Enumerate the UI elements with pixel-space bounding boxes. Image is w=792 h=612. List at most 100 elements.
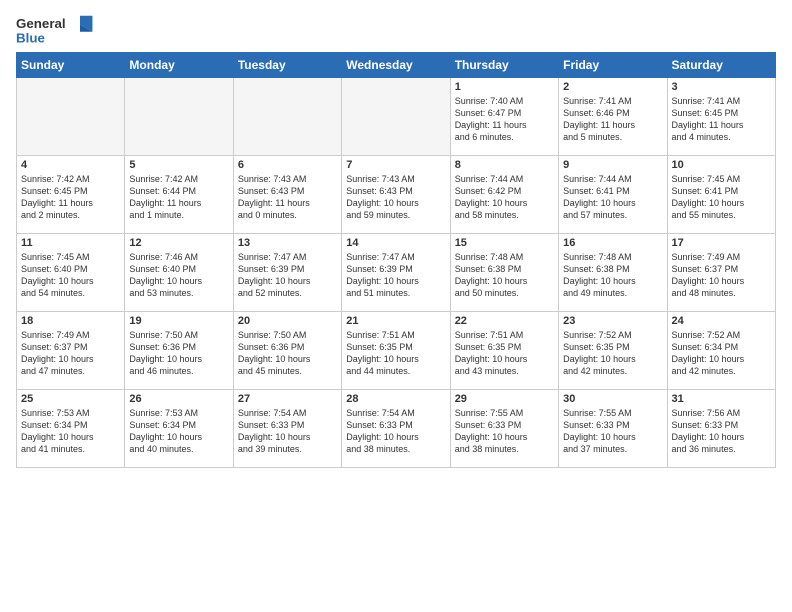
day-info: Sunrise: 7:50 AM Sunset: 6:36 PM Dayligh… [129, 329, 228, 378]
weekday-header-tuesday: Tuesday [233, 53, 341, 78]
calendar-cell: 11 Sunrise: 7:45 AM Sunset: 6:40 PM Dayli… [17, 234, 125, 312]
calendar-cell [17, 78, 125, 156]
day-number: 14 [346, 237, 445, 249]
day-info: Sunrise: 7:47 AM Sunset: 6:39 PM Dayligh… [238, 251, 337, 300]
svg-text:General: General [16, 16, 66, 31]
day-number: 12 [129, 237, 228, 249]
calendar-cell: 12 Sunrise: 7:46 AM Sunset: 6:40 PM Dayli… [125, 234, 233, 312]
calendar-cell: 13 Sunrise: 7:47 AM Sunset: 6:39 PM Dayli… [233, 234, 341, 312]
day-info: Sunrise: 7:54 AM Sunset: 6:33 PM Dayligh… [238, 407, 337, 456]
day-number: 29 [455, 393, 554, 405]
day-info: Sunrise: 7:43 AM Sunset: 6:43 PM Dayligh… [238, 173, 337, 222]
day-number: 17 [672, 237, 771, 249]
calendar-cell: 31 Sunrise: 7:56 AM Sunset: 6:33 PM Dayli… [667, 390, 775, 468]
calendar-cell: 15 Sunrise: 7:48 AM Sunset: 6:38 PM Dayli… [450, 234, 558, 312]
calendar-cell: 9Sunrise: 7:44 AM Sunset: 6:41 PM Daylig… [559, 156, 667, 234]
day-number: 20 [238, 315, 337, 327]
day-number: 4 [21, 159, 120, 171]
day-number: 18 [21, 315, 120, 327]
weekday-header-sunday: Sunday [17, 53, 125, 78]
day-info: Sunrise: 7:42 AM Sunset: 6:44 PM Dayligh… [129, 173, 228, 222]
day-info: Sunrise: 7:48 AM Sunset: 6:38 PM Dayligh… [455, 251, 554, 300]
calendar-cell: 2 Sunrise: 7:41 AM Sunset: 6:46 PM Daylig… [559, 78, 667, 156]
calendar-cell: 30 Sunrise: 7:55 AM Sunset: 6:33 PM Dayli… [559, 390, 667, 468]
day-info: Sunrise: 7:49 AM Sunset: 6:37 PM Dayligh… [21, 329, 120, 378]
day-info: Sunrise: 7:45 AM Sunset: 6:41 PM Dayligh… [672, 173, 771, 222]
day-number: 22 [455, 315, 554, 327]
calendar-cell: 5 Sunrise: 7:42 AM Sunset: 6:44 PM Daylig… [125, 156, 233, 234]
weekday-header-thursday: Thursday [450, 53, 558, 78]
calendar-cell: 7 Sunrise: 7:43 AM Sunset: 6:43 PM Daylig… [342, 156, 450, 234]
day-info: Sunrise: 7:41 AM Sunset: 6:46 PM Dayligh… [563, 95, 662, 144]
weekday-header-friday: Friday [559, 53, 667, 78]
logo: General Blue [16, 12, 96, 48]
calendar-cell: 20Sunrise: 7:50 AM Sunset: 6:36 PM Dayli… [233, 312, 341, 390]
day-info: Sunrise: 7:56 AM Sunset: 6:33 PM Dayligh… [672, 407, 771, 456]
day-number: 1 [455, 81, 554, 93]
day-info: Sunrise: 7:49 AM Sunset: 6:37 PM Dayligh… [672, 251, 771, 300]
day-info: Sunrise: 7:55 AM Sunset: 6:33 PM Dayligh… [563, 407, 662, 456]
day-info: Sunrise: 7:48 AM Sunset: 6:38 PM Dayligh… [563, 251, 662, 300]
day-number: 24 [672, 315, 771, 327]
day-number: 7 [346, 159, 445, 171]
day-number: 13 [238, 237, 337, 249]
calendar-header-row: SundayMondayTuesdayWednesdayThursdayFrid… [17, 53, 776, 78]
calendar-cell: 8Sunrise: 7:44 AM Sunset: 6:42 PM Daylig… [450, 156, 558, 234]
weekday-header-saturday: Saturday [667, 53, 775, 78]
day-number: 6 [238, 159, 337, 171]
calendar-cell: 27 Sunrise: 7:54 AM Sunset: 6:33 PM Dayli… [233, 390, 341, 468]
day-number: 27 [238, 393, 337, 405]
day-number: 8 [455, 159, 554, 171]
day-number: 30 [563, 393, 662, 405]
day-info: Sunrise: 7:40 AM Sunset: 6:47 PM Dayligh… [455, 95, 554, 144]
day-info: Sunrise: 7:51 AM Sunset: 6:35 PM Dayligh… [346, 329, 445, 378]
calendar-table: SundayMondayTuesdayWednesdayThursdayFrid… [16, 52, 776, 468]
day-info: Sunrise: 7:45 AM Sunset: 6:40 PM Dayligh… [21, 251, 120, 300]
calendar-week-row: 4 Sunrise: 7:42 AM Sunset: 6:45 PM Daylig… [17, 156, 776, 234]
day-info: Sunrise: 7:46 AM Sunset: 6:40 PM Dayligh… [129, 251, 228, 300]
day-number: 25 [21, 393, 120, 405]
day-number: 2 [563, 81, 662, 93]
calendar-cell: 16 Sunrise: 7:48 AM Sunset: 6:38 PM Dayli… [559, 234, 667, 312]
calendar-cell: 17 Sunrise: 7:49 AM Sunset: 6:37 PM Dayli… [667, 234, 775, 312]
day-info: Sunrise: 7:53 AM Sunset: 6:34 PM Dayligh… [129, 407, 228, 456]
calendar-cell: 26 Sunrise: 7:53 AM Sunset: 6:34 PM Dayli… [125, 390, 233, 468]
day-info: Sunrise: 7:53 AM Sunset: 6:34 PM Dayligh… [21, 407, 120, 456]
day-number: 21 [346, 315, 445, 327]
day-number: 15 [455, 237, 554, 249]
calendar-cell: 24 Sunrise: 7:52 AM Sunset: 6:34 PM Dayli… [667, 312, 775, 390]
calendar-cell: 21 Sunrise: 7:51 AM Sunset: 6:35 PM Dayli… [342, 312, 450, 390]
calendar-week-row: 11 Sunrise: 7:45 AM Sunset: 6:40 PM Dayli… [17, 234, 776, 312]
calendar-week-row: 25 Sunrise: 7:53 AM Sunset: 6:34 PM Dayli… [17, 390, 776, 468]
calendar-week-row: 1 Sunrise: 7:40 AM Sunset: 6:47 PM Daylig… [17, 78, 776, 156]
calendar-cell: 28Sunrise: 7:54 AM Sunset: 6:33 PM Dayli… [342, 390, 450, 468]
calendar-cell: 3Sunrise: 7:41 AM Sunset: 6:45 PM Daylig… [667, 78, 775, 156]
calendar-cell: 19 Sunrise: 7:50 AM Sunset: 6:36 PM Dayli… [125, 312, 233, 390]
day-number: 16 [563, 237, 662, 249]
day-number: 5 [129, 159, 228, 171]
day-info: Sunrise: 7:55 AM Sunset: 6:33 PM Dayligh… [455, 407, 554, 456]
calendar-cell: 6 Sunrise: 7:43 AM Sunset: 6:43 PM Daylig… [233, 156, 341, 234]
day-info: Sunrise: 7:41 AM Sunset: 6:45 PM Dayligh… [672, 95, 771, 144]
day-info: Sunrise: 7:43 AM Sunset: 6:43 PM Dayligh… [346, 173, 445, 222]
calendar-cell: 23Sunrise: 7:52 AM Sunset: 6:35 PM Dayli… [559, 312, 667, 390]
calendar-cell: 1 Sunrise: 7:40 AM Sunset: 6:47 PM Daylig… [450, 78, 558, 156]
day-info: Sunrise: 7:44 AM Sunset: 6:41 PM Dayligh… [563, 173, 662, 222]
svg-text:Blue: Blue [16, 30, 45, 45]
day-number: 31 [672, 393, 771, 405]
calendar-cell: 29 Sunrise: 7:55 AM Sunset: 6:33 PM Dayli… [450, 390, 558, 468]
calendar-cell: 18 Sunrise: 7:49 AM Sunset: 6:37 PM Dayli… [17, 312, 125, 390]
day-info: Sunrise: 7:52 AM Sunset: 6:35 PM Dayligh… [563, 329, 662, 378]
calendar-cell: 22 Sunrise: 7:51 AM Sunset: 6:35 PM Dayli… [450, 312, 558, 390]
day-number: 19 [129, 315, 228, 327]
day-info: Sunrise: 7:42 AM Sunset: 6:45 PM Dayligh… [21, 173, 120, 222]
page-header: General Blue [16, 12, 776, 48]
day-number: 26 [129, 393, 228, 405]
day-info: Sunrise: 7:51 AM Sunset: 6:35 PM Dayligh… [455, 329, 554, 378]
day-info: Sunrise: 7:52 AM Sunset: 6:34 PM Dayligh… [672, 329, 771, 378]
calendar-cell: 14Sunrise: 7:47 AM Sunset: 6:39 PM Dayli… [342, 234, 450, 312]
day-number: 28 [346, 393, 445, 405]
weekday-header-wednesday: Wednesday [342, 53, 450, 78]
calendar-cell [342, 78, 450, 156]
day-number: 11 [21, 237, 120, 249]
